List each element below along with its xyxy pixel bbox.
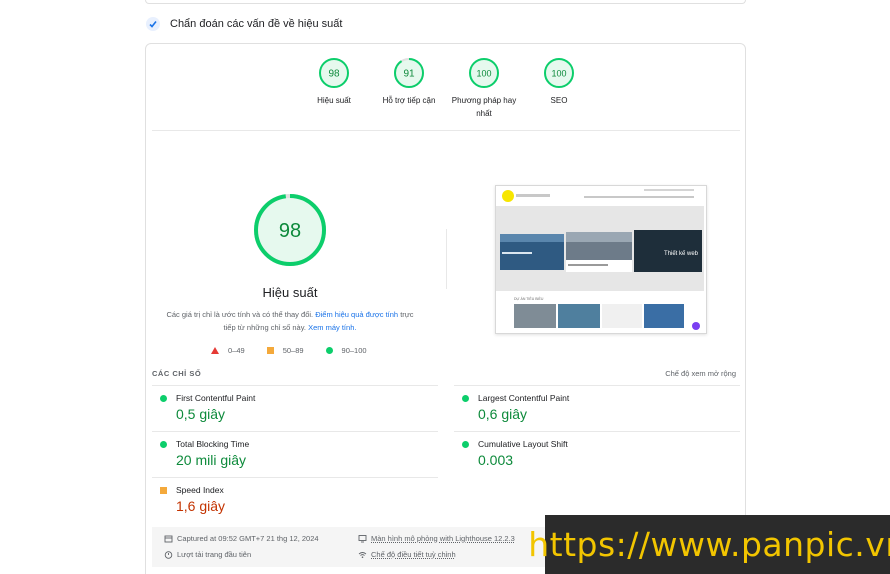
score-calc-link[interactable]: Điểm hiệu quả được tính <box>315 310 398 319</box>
pass-circle-icon <box>462 441 469 448</box>
load-text: Lượt tải trang đầu tiên <box>177 550 252 559</box>
legend-label: 50–89 <box>282 346 304 355</box>
average-square-icon <box>160 487 167 494</box>
calendar-icon <box>164 534 173 543</box>
metric-speed-index: Speed Index 1,6 giây <box>152 477 438 521</box>
gauge-score: 98 <box>328 69 340 80</box>
vertical-separator <box>446 229 447 289</box>
gauge-score: 91 <box>403 69 415 80</box>
gauges-divider <box>152 130 740 131</box>
metric-value: 20 mili giây <box>176 452 247 468</box>
performance-score: 98 <box>279 220 301 242</box>
monitor-icon <box>358 534 367 543</box>
gauge-label: Hỗ trợ tiếp cận <box>382 96 436 105</box>
calculator-link[interactable]: Xem máy tính. <box>308 323 356 332</box>
gauge-label: Phương pháp hay nhất <box>451 96 517 118</box>
average-square-icon <box>266 347 274 354</box>
previous-card-border <box>145 0 746 4</box>
captured-text: Captured at 09:52 GMT+7 21 thg 12, 2024 <box>177 534 319 543</box>
device-text: Màn hình mô phỏng with Lighthouse 12.2.3 <box>371 534 515 543</box>
metric-fcp: First Contentful Paint 0,5 giây <box>152 385 438 429</box>
metric-name: Speed Index <box>176 485 224 495</box>
pass-circle-icon <box>325 347 333 354</box>
performance-report-card: 98 Hiệu suất 91 Hỗ trợ tiếp cận 100 Phươ… <box>145 43 746 574</box>
metric-tbt: Total Blocking Time 20 mili giây <box>152 431 438 475</box>
watermark-banner: https://www.panpic.vn <box>528 515 890 574</box>
screenshot-section-label: DỰ ÁN TIÊU BIỂU <box>514 296 544 301</box>
captured-info: Captured at 09:52 GMT+7 21 thg 12, 2024 <box>164 534 319 543</box>
website-screenshot-image: Thiết kế web DỰ ÁN TIÊU BIỂU <box>496 186 706 333</box>
speed-check-icon <box>146 17 160 31</box>
pass-circle-icon <box>160 395 167 402</box>
metric-lcp: Largest Contentful Paint 0,6 giây <box>454 385 740 429</box>
gauge-score: 100 <box>476 69 491 79</box>
score-ring: 98 <box>318 57 350 89</box>
metric-value: 0.003 <box>478 452 514 468</box>
legend-pass: 90–100 <box>325 346 367 355</box>
metric-value: 0,5 giây <box>176 406 226 422</box>
metric-name: Cumulative Layout Shift <box>478 439 568 449</box>
score-legend: 0–49 50–89 90–100 <box>211 346 389 355</box>
gauge-label: Hiệu suất <box>317 96 351 105</box>
gauge-accessibility[interactable]: 91 Hỗ trợ tiếp cận <box>369 57 449 107</box>
note-text: Các giá trị chỉ là ước tính và có thể th… <box>166 310 316 319</box>
throttle-text: Chế độ điều tiết tuỳ chỉnh <box>371 550 456 559</box>
gauge-label: SEO <box>550 96 568 105</box>
load-info: Lượt tải trang đầu tiên <box>164 550 251 559</box>
gauge-performance[interactable]: 98 Hiệu suất <box>294 57 374 107</box>
score-ring: 91 <box>393 57 425 89</box>
gauge-seo[interactable]: 100 SEO <box>519 57 599 107</box>
metric-name: First Contentful Paint <box>176 393 256 403</box>
gauge-score: 100 <box>551 69 566 79</box>
performance-big-gauge: 98 <box>252 192 328 268</box>
estimate-note: Các giá trị chỉ là ước tính và có thể th… <box>162 308 418 334</box>
gauge-best-practices[interactable]: 100 Phương pháp hay nhất <box>444 57 524 120</box>
final-screenshot[interactable]: Thiết kế web DỰ ÁN TIÊU BIỂU <box>495 185 707 334</box>
metrics-title: CÁC CHỈ SỐ <box>152 369 202 378</box>
performance-title: Hiệu suất <box>262 285 318 300</box>
screenshot-hero-text: Thiết kế web <box>664 251 699 257</box>
expand-view-toggle[interactable]: Chế độ xem mở rộng <box>665 369 736 378</box>
metric-name: Total Blocking Time <box>176 439 250 449</box>
legend-fail: 0–49 <box>211 346 245 355</box>
metric-value: 0,6 giây <box>478 406 528 422</box>
score-ring: 100 <box>543 57 575 89</box>
timer-icon <box>164 550 173 559</box>
wifi-icon <box>358 550 367 559</box>
category-gauges: 98 Hiệu suất 91 Hỗ trợ tiếp cận 100 Phươ… <box>146 57 747 137</box>
metric-cls: Cumulative Layout Shift 0.003 <box>454 431 740 475</box>
diagnose-header: Chẩn đoán các vấn đề về hiệu suất <box>146 17 342 31</box>
legend-average: 50–89 <box>266 346 304 355</box>
pass-circle-icon <box>160 441 167 448</box>
pass-circle-icon <box>462 395 469 402</box>
section-title: Chẩn đoán các vấn đề về hiệu suất <box>170 18 343 30</box>
score-ring: 100 <box>468 57 500 89</box>
metric-name: Largest Contentful Paint <box>478 393 570 403</box>
fail-triangle-icon <box>211 347 219 354</box>
legend-label: 0–49 <box>228 346 245 355</box>
metric-value: 1,6 giây <box>176 498 226 514</box>
throttle-info[interactable]: Chế độ điều tiết tuỳ chỉnh <box>358 550 456 559</box>
legend-label: 90–100 <box>341 346 367 355</box>
device-info[interactable]: Màn hình mô phỏng with Lighthouse 12.2.3 <box>358 534 515 543</box>
